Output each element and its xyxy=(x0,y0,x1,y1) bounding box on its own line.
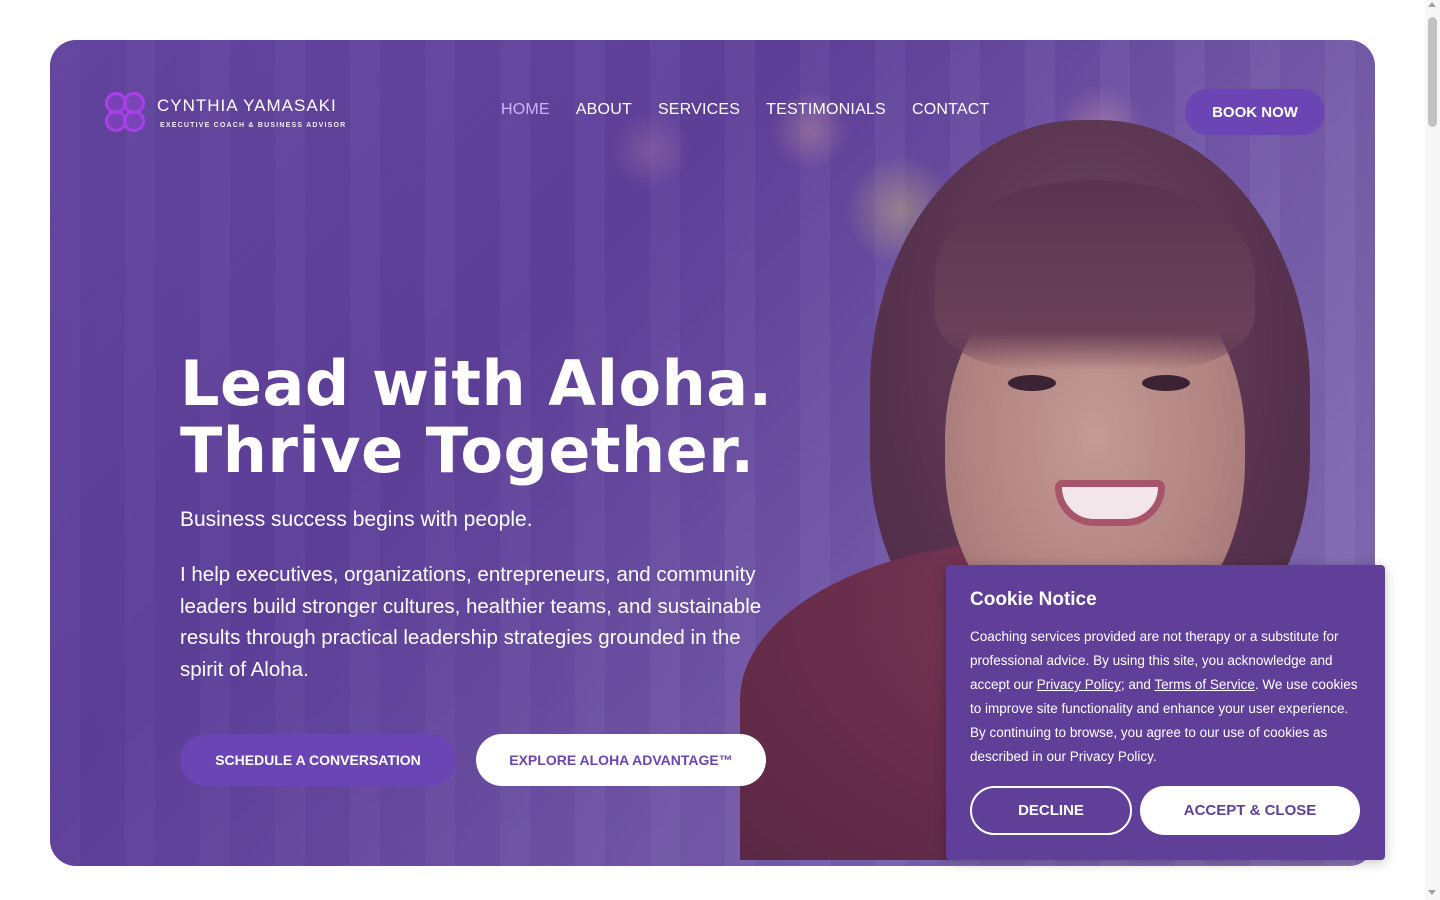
main-nav: HOME ABOUT SERVICES TESTIMONIALS CONTACT xyxy=(501,101,989,119)
explore-aloha-advantage-button[interactable]: EXPLORE ALOHA ADVANTAGE™ xyxy=(476,734,766,786)
headline-line-2: Thrive Together. xyxy=(180,414,755,487)
hero-headline: Lead with Aloha. Thrive Together. xyxy=(180,350,773,484)
privacy-policy-link[interactable]: Privacy Policy xyxy=(1037,677,1121,692)
hero-tagline: Business success begins with people. xyxy=(180,508,533,531)
decline-button[interactable]: DECLINE xyxy=(970,786,1132,835)
scroll-down-arrow-icon[interactable] xyxy=(1428,890,1436,895)
site-logo[interactable]: CYNTHIA YAMASAKI EXECUTIVE COACH & BUSIN… xyxy=(105,92,346,132)
portrait-eye-right xyxy=(1142,375,1190,391)
logo-subtitle: EXECUTIVE COACH & BUSINESS ADVISOR xyxy=(160,121,347,129)
logo-name: CYNTHIA YAMASAKI xyxy=(157,95,337,115)
portrait-bangs xyxy=(935,180,1255,370)
cookie-text: Coaching services provided are not thera… xyxy=(970,625,1361,769)
accept-close-button[interactable]: ACCEPT & CLOSE xyxy=(1140,786,1360,835)
nav-services[interactable]: SERVICES xyxy=(658,101,740,119)
logo-mark-icon xyxy=(105,92,145,132)
terms-of-service-link[interactable]: Terms of Service xyxy=(1154,677,1255,692)
nav-testimonials[interactable]: TESTIMONIALS xyxy=(766,101,886,119)
cookie-actions: DECLINE ACCEPT & CLOSE xyxy=(970,786,1360,835)
schedule-conversation-button[interactable]: SCHEDULE A CONVERSATION xyxy=(180,734,456,786)
cookie-title: Cookie Notice xyxy=(970,589,1097,610)
scroll-up-arrow-icon[interactable] xyxy=(1428,2,1436,7)
book-now-button[interactable]: BOOK NOW xyxy=(1185,89,1325,135)
nav-about[interactable]: ABOUT xyxy=(576,101,632,119)
logo-text: CYNTHIA YAMASAKI EXECUTIVE COACH & BUSIN… xyxy=(157,96,346,129)
portrait-eye-left xyxy=(1008,375,1056,391)
headline-line-1: Lead with Aloha. xyxy=(180,347,773,420)
scroll-thumb[interactable] xyxy=(1428,17,1437,127)
hero-description: I help executives, organizations, entrep… xyxy=(180,563,762,681)
cookie-notice: Cookie Notice Coaching services provided… xyxy=(946,565,1385,860)
cookie-separator: ; and xyxy=(1120,677,1155,692)
page-scrollbar[interactable] xyxy=(1425,0,1440,900)
nav-home[interactable]: HOME xyxy=(501,101,550,119)
nav-contact[interactable]: CONTACT xyxy=(912,101,990,119)
